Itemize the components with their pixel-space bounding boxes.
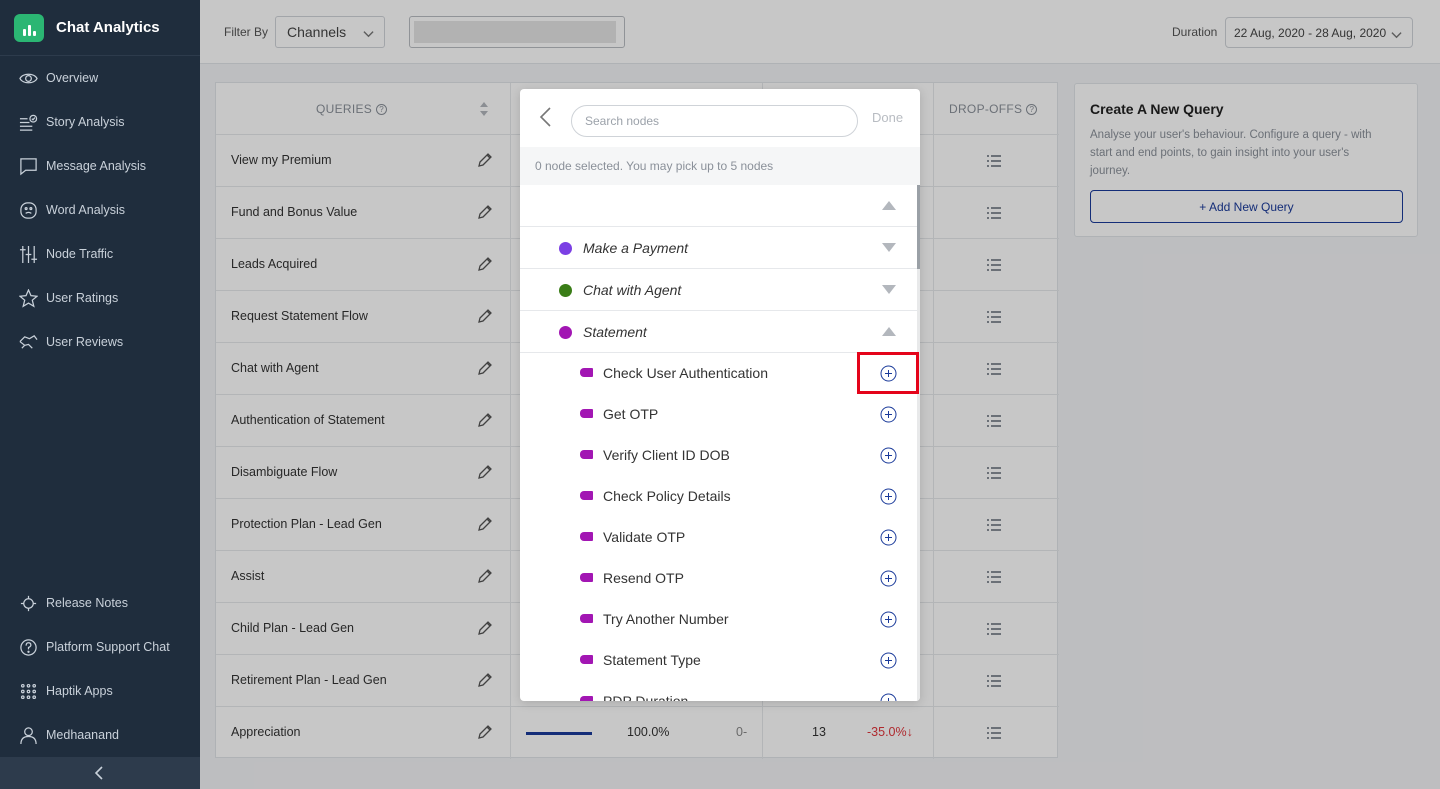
node-tag-icon — [580, 614, 593, 623]
node-tag-icon — [580, 655, 593, 664]
collapse-icon[interactable] — [882, 327, 896, 336]
eye-icon — [18, 68, 38, 88]
node-item[interactable]: Verify Client ID DOB — [520, 435, 917, 476]
sidebar-item-label: Message Analysis — [46, 159, 147, 173]
chevron-left-icon — [94, 766, 103, 780]
add-node-button[interactable] — [880, 529, 897, 546]
sidebar-item-label: Node Traffic — [46, 247, 114, 261]
sidebar-item-word-analysis[interactable]: Word Analysis — [0, 195, 200, 225]
sidebar-item-label: User Ratings — [46, 291, 119, 305]
node-group[interactable]: Chat with Agent — [520, 269, 917, 311]
node-tag-icon — [580, 368, 593, 377]
add-node-button[interactable] — [880, 611, 897, 628]
group-name: Statement — [583, 324, 647, 340]
add-node-button[interactable] — [880, 488, 897, 505]
sidebar-item-label: User Reviews — [46, 335, 124, 349]
node-name: Check User Authentication — [603, 365, 768, 381]
node-group[interactable] — [520, 185, 917, 227]
sidebar-item-message-analysis[interactable]: Message Analysis — [0, 151, 200, 181]
node-list: Make a Payment Chat with Agent Statement Ch… — [520, 185, 920, 701]
node-tag-icon — [580, 696, 593, 701]
traffic-icon — [18, 244, 38, 264]
node-tag-icon — [580, 409, 593, 418]
node-item[interactable]: Get OTP — [520, 394, 917, 435]
node-tag-icon — [580, 532, 593, 541]
node-item[interactable]: Resend OTP — [520, 558, 917, 599]
add-node-button[interactable] — [880, 652, 897, 669]
rocket-icon — [18, 593, 38, 613]
sidebar-item-node-traffic[interactable]: Node Traffic — [0, 239, 200, 269]
node-name: Get OTP — [603, 406, 659, 422]
user-icon — [18, 725, 38, 745]
sidebar-item-story-analysis[interactable]: Story Analysis — [0, 107, 200, 137]
node-tag-icon — [580, 491, 593, 500]
sidebar-item-platform-support-chat[interactable]: Platform Support Chat — [0, 632, 200, 662]
chevron-left-icon — [539, 107, 551, 127]
done-button[interactable]: Done — [872, 110, 903, 125]
group-color-dot — [559, 242, 572, 255]
node-tag-icon — [580, 450, 593, 459]
node-name: Resend OTP — [603, 570, 684, 586]
sidebar: Chat Analytics Overview Story Analysis M… — [0, 0, 200, 789]
node-name: Verify Client ID DOB — [603, 447, 730, 463]
grid-icon — [18, 681, 38, 701]
node-name: Statement Type — [603, 652, 701, 668]
group-name: Chat with Agent — [583, 282, 682, 298]
sidebar-item-user-reviews[interactable]: User Reviews — [0, 327, 200, 357]
group-color-dot — [559, 284, 572, 297]
search-nodes-input[interactable] — [571, 105, 858, 137]
node-group[interactable]: Make a Payment — [520, 227, 917, 269]
list-check-icon — [18, 112, 38, 132]
sidebar-item-label: Overview — [46, 71, 99, 85]
node-name: Try Another Number — [603, 611, 729, 627]
node-picker-modal: Done 0 node selected. You may pick up to… — [520, 89, 920, 701]
back-button[interactable] — [536, 106, 556, 128]
sidebar-item-overview[interactable]: Overview — [0, 63, 200, 93]
sidebar-item-user-profile[interactable]: Medhaanand — [0, 720, 200, 750]
node-name: Check Policy Details — [603, 488, 731, 504]
node-group[interactable]: Statement — [520, 311, 917, 353]
sidebar-header: Chat Analytics — [0, 0, 200, 56]
sidebar-item-label: Medhaanand — [46, 728, 119, 742]
sidebar-item-haptik-apps[interactable]: Haptik Apps — [0, 676, 200, 706]
group-color-dot — [559, 326, 572, 339]
node-name: Validate OTP — [603, 529, 686, 545]
sidebar-item-label: Story Analysis — [46, 115, 125, 129]
node-item[interactable]: Validate OTP — [520, 517, 917, 558]
sidebar-item-user-ratings[interactable]: User Ratings — [0, 283, 200, 313]
add-node-button[interactable] — [880, 693, 897, 701]
sidebar-collapse-button[interactable] — [0, 757, 200, 789]
node-name: PDP Duration — [603, 693, 689, 701]
scrollbar-thumb[interactable] — [917, 185, 920, 269]
group-name: Make a Payment — [583, 240, 689, 256]
sidebar-item-label: Release Notes — [46, 596, 128, 610]
add-node-button[interactable] — [880, 570, 897, 587]
add-node-button[interactable] — [880, 406, 897, 423]
expand-icon[interactable] — [882, 285, 896, 294]
add-node-button[interactable] — [880, 447, 897, 464]
star-icon — [18, 288, 38, 308]
sidebar-item-label: Word Analysis — [46, 203, 125, 217]
collapse-icon[interactable] — [882, 201, 896, 210]
expand-icon[interactable] — [882, 243, 896, 252]
node-item[interactable]: Check Policy Details — [520, 476, 917, 517]
app-title: Chat Analytics — [56, 19, 160, 36]
node-item[interactable]: Try Another Number — [520, 599, 917, 640]
sidebar-item-release-notes[interactable]: Release Notes — [0, 588, 200, 618]
help-icon — [18, 637, 38, 657]
highlight-box — [857, 352, 919, 394]
selection-info: 0 node selected. You may pick up to 5 no… — [520, 147, 920, 185]
review-icon — [18, 332, 38, 352]
sidebar-item-label: Platform Support Chat — [46, 640, 170, 654]
face-icon — [18, 200, 38, 220]
node-tag-icon — [580, 573, 593, 582]
node-item[interactable]: PDP Duration — [520, 681, 917, 701]
sidebar-item-label: Haptik Apps — [46, 684, 113, 698]
node-item[interactable]: Statement Type — [520, 640, 917, 681]
message-icon — [18, 156, 38, 176]
app-logo-icon — [14, 13, 44, 42]
